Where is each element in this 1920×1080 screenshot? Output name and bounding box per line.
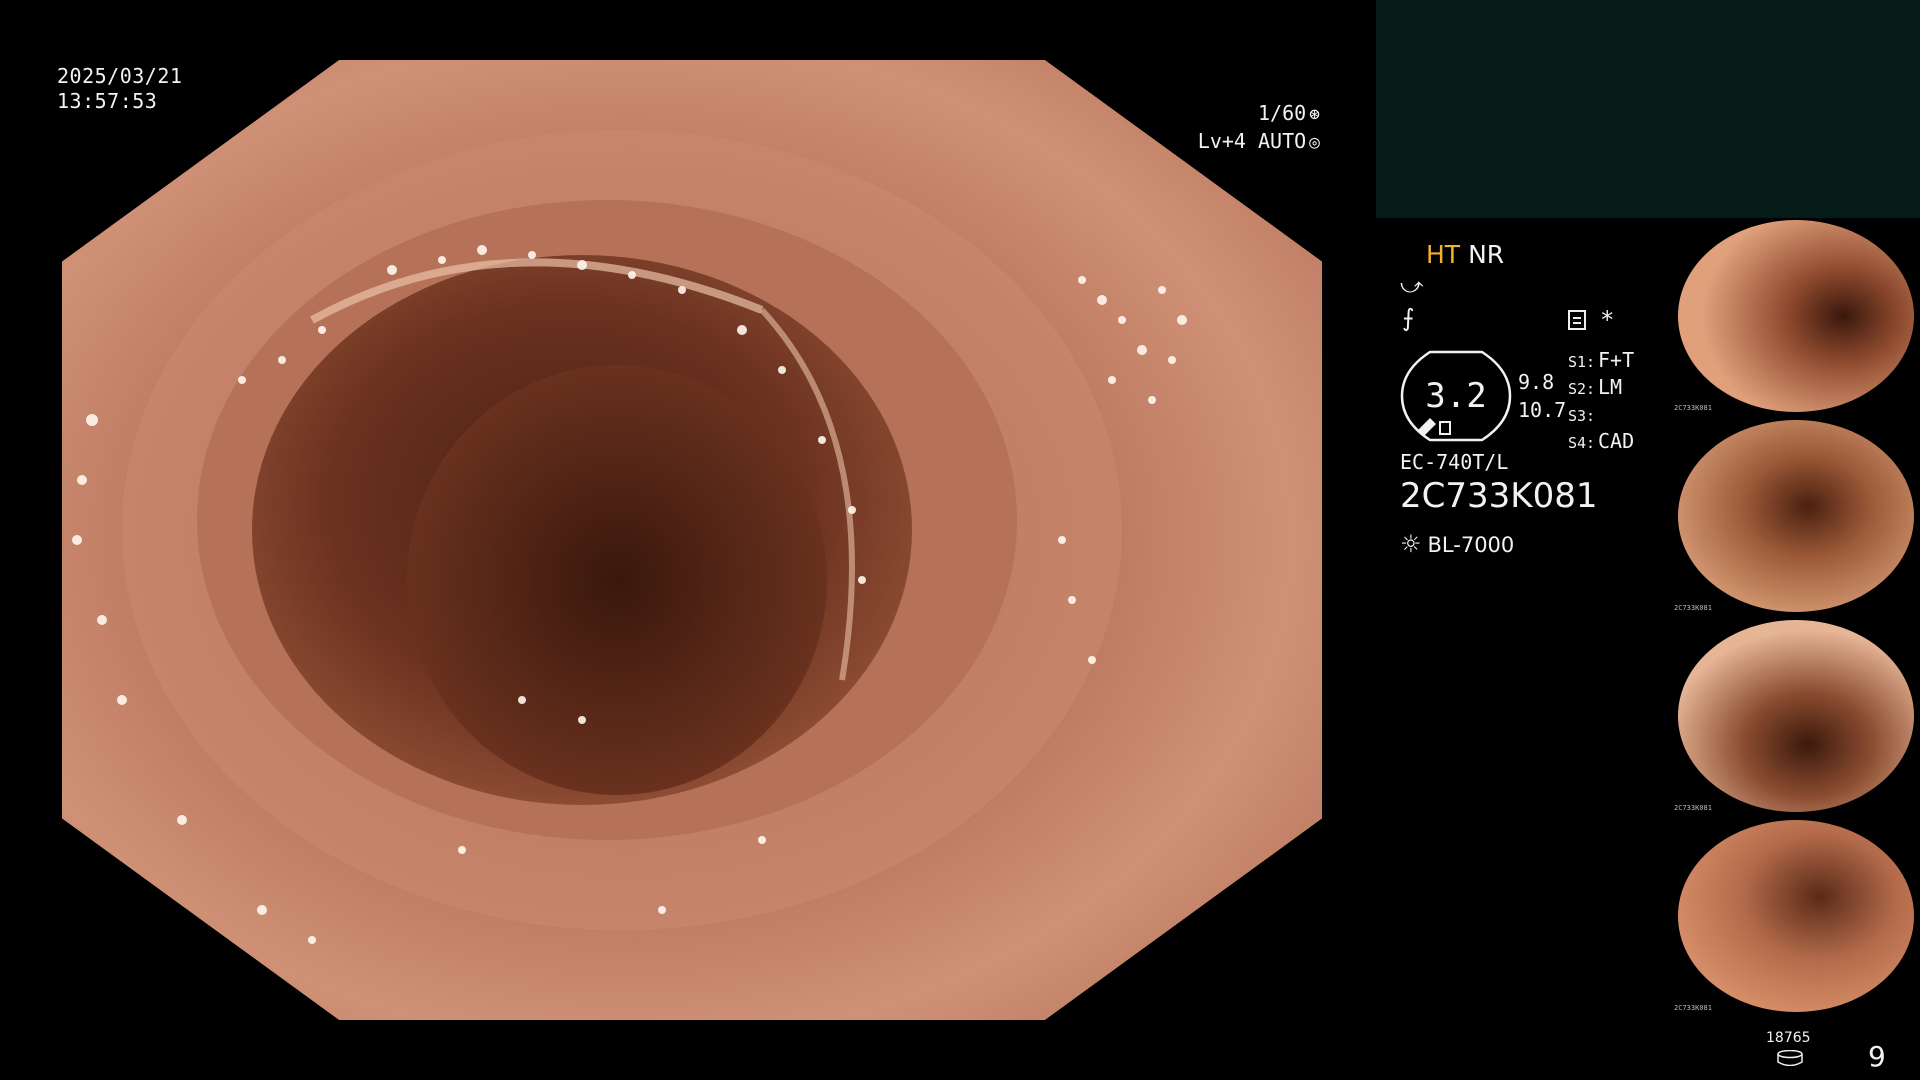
enhancement-value: 3.2 <box>1425 376 1487 416</box>
time-label: 13:57:53 <box>57 89 158 113</box>
thumbnail-2[interactable]: 2C733K081 <box>1672 418 1920 614</box>
thumbnail-image <box>1678 420 1914 612</box>
switch-s4: S4: CAD <box>1568 429 1635 453</box>
level-row: Lv+4 AUTO ◎ <box>1198 128 1320 156</box>
thumbnail-label: 2C733K081 <box>1674 604 1712 612</box>
sun-icon: ☼ <box>1400 530 1422 558</box>
shutter-row: 1/60 ⊛ <box>1198 100 1320 128</box>
light-source-label: BL-7000 <box>1427 533 1515 557</box>
image-counter: 18765 <box>1766 1030 1811 1046</box>
switch-s3: S3: <box>1568 407 1596 425</box>
thumbnail-image <box>1678 620 1914 812</box>
switch-s1: S1: F+T <box>1568 348 1635 372</box>
memo-icon <box>1568 310 1586 330</box>
thumbnail-4[interactable]: 2C733K081 <box>1672 818 1920 1014</box>
thumbnail-label: 2C733K081 <box>1674 804 1712 812</box>
thumbnail-image <box>1678 220 1914 412</box>
tone-curve-icon: ⤻ <box>1400 274 1424 299</box>
shutter-label: 1/60 <box>1257 101 1307 125</box>
scope-model: EC-740T/L <box>1400 450 1509 474</box>
freeze-off-icon: ⨍ <box>1402 304 1415 332</box>
date-time-overlay: 2025/03/21 13:57:53 <box>57 64 182 114</box>
value-a: 9.8 <box>1518 370 1555 394</box>
light-source: ☼ BL-7000 <box>1400 530 1514 558</box>
captured-thumbnails: 2C733K081 2C733K081 2C733K081 2C733K081 <box>1672 218 1920 1018</box>
thumbnail-1[interactable]: 2C733K081 <box>1672 218 1920 414</box>
switch-list: S1: F+T S2: LM S3: S4: CAD <box>1568 348 1634 456</box>
scope-serial: 2C733K081 <box>1400 476 1598 516</box>
ht-label: HT <box>1426 240 1461 269</box>
mode-indicator: HT NR <box>1426 240 1504 269</box>
switch-s2: S2: LM <box>1568 375 1623 399</box>
auto-iris-icon: ◎ <box>1309 132 1320 153</box>
level-label: Lv+4 AUTO <box>1197 129 1307 153</box>
thumbnail-label: 2C733K081 <box>1674 1004 1712 1012</box>
colon-lumen-image <box>62 60 1322 1020</box>
date-label: 2025/03/21 <box>57 64 183 88</box>
thumbnail-label: 2C733K081 <box>1674 404 1712 412</box>
thumbnail-image <box>1678 820 1914 1012</box>
endoscope-screen: 2025/03/21 13:57:53 1/60 ⊛ Lv+4 AUTO ◎ HT N… <box>0 0 1920 1080</box>
disk-icon <box>1777 1050 1803 1066</box>
status-panel: HT NR ⤻ ⨍ * 3.2 9.8 10.7 S1: F+T S2: LM S3:… <box>1400 240 1670 570</box>
thumbnail-3[interactable]: 2C733K081 <box>1672 618 1920 814</box>
endoscope-main-view <box>62 60 1322 1020</box>
camera-info: 1/60 ⊛ Lv+4 AUTO ◎ <box>1198 100 1320 156</box>
asterisk-mark: * <box>1600 306 1615 334</box>
value-b: 10.7 <box>1518 398 1567 422</box>
preview-panel <box>1376 0 1920 218</box>
nr-label: NR <box>1468 240 1505 269</box>
shutter-icon: ⊛ <box>1309 104 1320 125</box>
page-number: 9 <box>1868 1040 1886 1073</box>
